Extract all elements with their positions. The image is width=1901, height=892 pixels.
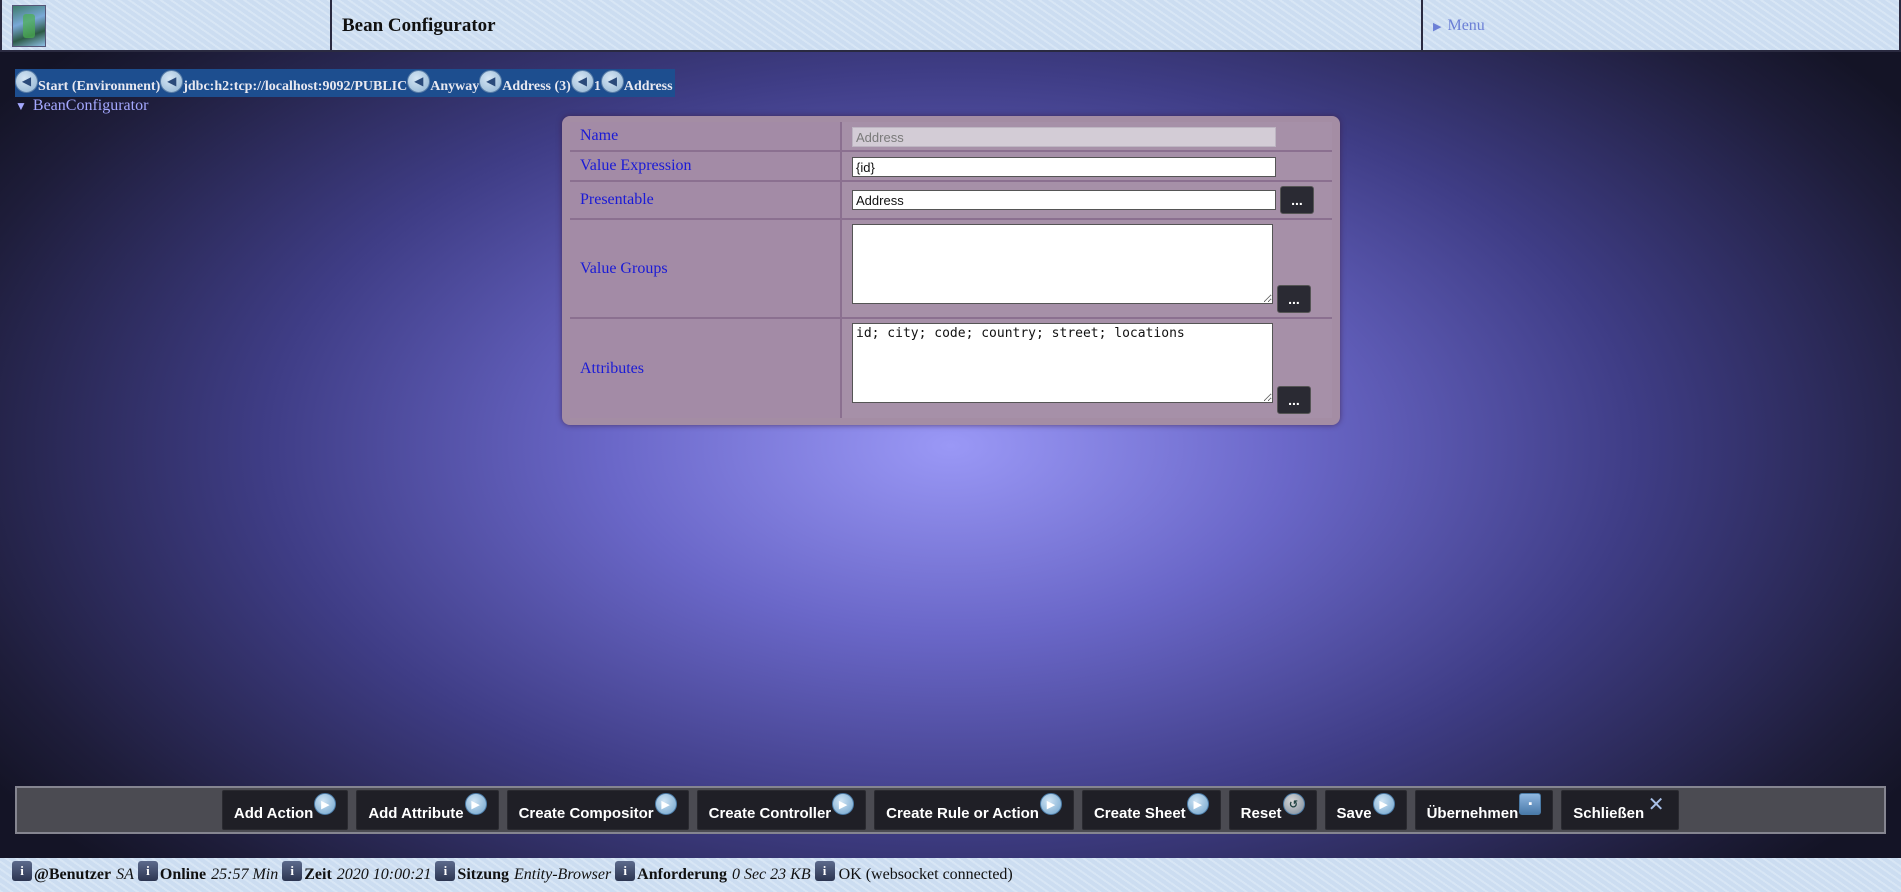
play-icon: ▶ (464, 793, 487, 815)
breadcrumb-item[interactable]: ◀ Start (Environment) (15, 69, 160, 97)
add-attribute-button[interactable]: Add Attribute ▶ (356, 790, 499, 830)
breadcrumb-label[interactable]: Anyway (430, 79, 479, 95)
breadcrumb-item[interactable]: ◀ Address (600, 69, 673, 97)
add-action-button[interactable]: Add Action ▶ (221, 790, 349, 830)
value-groups-browse-button[interactable]: ... (1277, 285, 1311, 313)
attributes-label: Attributes (570, 319, 842, 418)
breadcrumb: ◀ Start (Environment) ◀ jdbc:h2:tcp://lo… (15, 69, 675, 97)
triangle-down-icon: ▼ (15, 99, 27, 113)
app-header: Bean Configurator ▶ Menu (0, 0, 1901, 52)
button-label: Übernehmen (1426, 805, 1519, 822)
info-icon[interactable]: i (12, 861, 32, 881)
save-button[interactable]: Save ▶ (1324, 790, 1407, 830)
button-label: Save (1336, 805, 1372, 822)
status-user-key: @Benutzer (34, 866, 112, 883)
form-row-name: Name (570, 122, 1332, 152)
form-row-value-groups: Value Groups ... (570, 220, 1332, 319)
play-icon: ▶ (654, 793, 677, 815)
tree-node-beanconfigurator[interactable]: ▼ BeanConfigurator (15, 97, 148, 115)
create-sheet-button[interactable]: Create Sheet ▶ (1081, 790, 1221, 830)
status-online-key: Online (159, 866, 207, 883)
presentable-label: Presentable (570, 182, 842, 218)
attributes-field[interactable]: id; city; code; country; street; locatio… (852, 323, 1273, 403)
status-request-value: 0 Sec 23 KB (731, 866, 811, 883)
status-time-value: 2020 10:00:21 (336, 866, 432, 883)
status-request-key: Anforderung (637, 866, 727, 883)
attributes-browse-button[interactable]: ... (1277, 386, 1311, 414)
create-compositor-button[interactable]: Create Compositor ▶ (506, 790, 689, 830)
value-expression-label: Value Expression (570, 152, 842, 180)
name-field (852, 127, 1276, 147)
button-label: Schließen (1573, 805, 1645, 822)
breadcrumb-item[interactable]: ◀ Address (3) (479, 69, 571, 97)
button-label: Create Compositor (518, 805, 654, 822)
info-icon[interactable]: i (137, 861, 158, 881)
status-online-value: 25:57 Min (211, 866, 279, 883)
form-row-value-expression: Value Expression (570, 152, 1332, 182)
play-icon: ▶ (1186, 793, 1209, 815)
menu-label: Menu (1447, 17, 1485, 34)
button-label: Add Action (233, 805, 314, 822)
reset-icon: ↺ (1282, 793, 1305, 815)
breadcrumb-label[interactable]: jdbc:h2:tcp://localhost:9092/PUBLIC (183, 79, 407, 95)
breadcrumb-label[interactable]: Start (Environment) (38, 79, 160, 95)
info-icon[interactable]: i (814, 861, 835, 881)
back-arrow-icon[interactable]: ◀ (479, 70, 503, 93)
breadcrumb-item[interactable]: ◀ 1 (570, 69, 601, 97)
back-arrow-icon[interactable]: ◀ (407, 70, 431, 93)
breadcrumb-label[interactable]: 1 (594, 79, 601, 95)
status-session-key: Sitzung (457, 866, 509, 883)
name-label: Name (570, 122, 842, 150)
back-arrow-icon[interactable]: ◀ (570, 70, 594, 93)
play-icon: ▶ (314, 793, 337, 815)
triangle-right-icon: ▶ (1433, 20, 1442, 33)
status-session-value: Entity-Browser (514, 866, 612, 883)
apply-icon: ▪ (1519, 793, 1542, 815)
form-row-attributes: Attributes id; city; code; country; stre… (570, 319, 1332, 418)
back-arrow-icon[interactable]: ◀ (600, 70, 624, 93)
breadcrumb-item[interactable]: ◀ jdbc:h2:tcp://localhost:9092/PUBLIC (160, 69, 407, 97)
button-label: Create Sheet (1093, 805, 1186, 822)
close-button[interactable]: Schließen ✕ (1561, 790, 1680, 830)
button-label: Create Rule or Action (886, 805, 1039, 822)
button-label: Add Attribute (368, 805, 464, 822)
tree-node-label: BeanConfigurator (32, 97, 149, 114)
button-label: Reset (1240, 805, 1282, 822)
status-user-value: SA (116, 866, 134, 883)
play-icon: ▶ (1372, 793, 1395, 815)
breadcrumb-label[interactable]: Address (624, 79, 673, 95)
play-icon: ▶ (832, 793, 855, 815)
status-bar: i @Benutzer SA i Online 25:57 Min i Zeit… (0, 858, 1901, 892)
status-time-key: Zeit (304, 866, 332, 883)
button-label: Create Controller (708, 805, 832, 822)
info-icon[interactable]: i (435, 861, 456, 881)
form-row-presentable: Presentable ... (570, 182, 1332, 220)
info-icon[interactable]: i (615, 861, 636, 881)
status-message: OK (websocket connected) (838, 866, 1013, 883)
app-logo[interactable] (12, 5, 46, 47)
create-rule-or-action-button[interactable]: Create Rule or Action ▶ (874, 790, 1074, 830)
info-icon[interactable]: i (282, 861, 303, 881)
presentable-browse-button[interactable]: ... (1280, 186, 1314, 214)
menu-toggle[interactable]: ▶ Menu (1423, 0, 1901, 52)
bean-form-panel: Name Value Expression Presentable ... Va… (562, 116, 1340, 425)
value-groups-field[interactable] (852, 224, 1273, 304)
close-icon: ✕ (1647, 793, 1665, 816)
action-toolbar: Add Action ▶ Add Attribute ▶ Create Compos… (15, 786, 1886, 834)
page-title: Bean Configurator (332, 0, 1423, 52)
reset-button[interactable]: Reset ↺ (1228, 790, 1317, 830)
back-arrow-icon[interactable]: ◀ (160, 70, 184, 93)
breadcrumb-item[interactable]: ◀ Anyway (407, 69, 479, 97)
breadcrumb-label[interactable]: Address (3) (502, 79, 571, 95)
create-controller-button[interactable]: Create Controller ▶ (696, 790, 867, 830)
logo-cell (0, 0, 332, 52)
presentable-field[interactable] (852, 190, 1276, 210)
back-arrow-icon[interactable]: ◀ (15, 70, 38, 93)
value-groups-label: Value Groups (570, 220, 842, 317)
value-expression-field[interactable] (852, 157, 1276, 177)
apply-button[interactable]: Übernehmen ▪ (1414, 790, 1554, 830)
play-icon: ▶ (1039, 793, 1062, 815)
